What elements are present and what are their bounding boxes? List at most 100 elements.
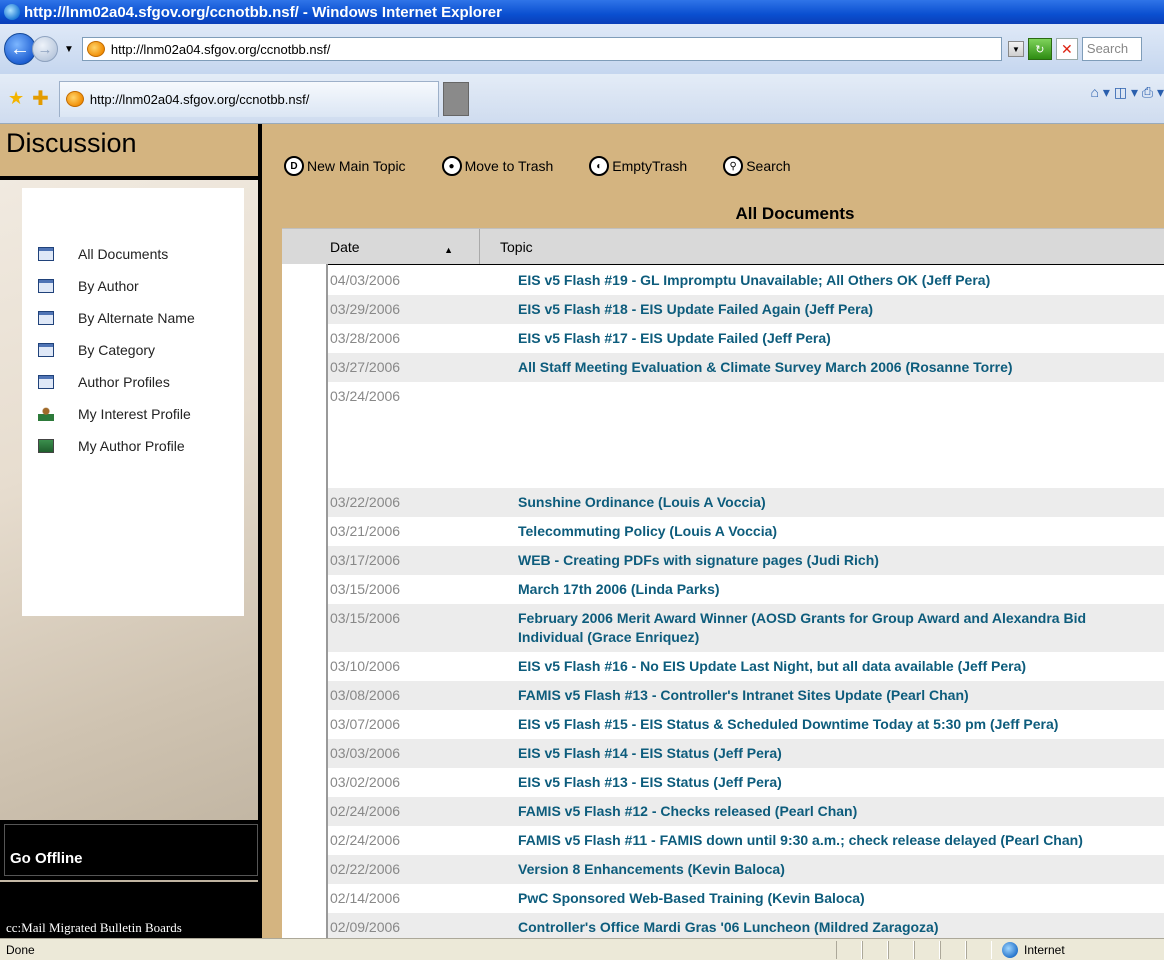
row-date: 03/15/2006 xyxy=(330,581,401,597)
row-topic-link[interactable]: Version 8 Enhancements (Kevin Baloca) xyxy=(518,855,785,879)
row-topic-link[interactable]: EIS v5 Flash #16 - No EIS Update Last Ni… xyxy=(518,652,1026,676)
table-row[interactable]: 03/21/2006 Telecommuting Policy (Louis A … xyxy=(328,517,1164,546)
footer-link[interactable]: cc:Mail Migrated Bulletin Boards xyxy=(0,882,258,938)
row-topic-text: EIS v5 Flash #14 - EIS Status (Jeff Pera… xyxy=(518,745,782,761)
nav-author-profiles[interactable]: Author Profiles xyxy=(38,366,195,398)
table-row[interactable]: 03/24/2006 xyxy=(328,382,1164,488)
table-row[interactable]: 03/15/2006 February 2006 Merit Award Winn… xyxy=(328,604,1164,652)
table-row[interactable]: 02/24/2006 FAMIS v5 Flash #12 - Checks re… xyxy=(328,797,1164,826)
view-pane: D New Main Topic ● Move to Trash ◐ EmptyTra… xyxy=(266,124,1164,938)
move-to-trash-button[interactable]: ● Move to Trash xyxy=(441,156,553,176)
feeds-icon[interactable]: ◫ xyxy=(1114,84,1127,100)
home-icon[interactable]: ⌂ xyxy=(1091,84,1099,100)
status-cell xyxy=(888,940,914,959)
view-icon xyxy=(38,311,54,325)
row-topic-link[interactable]: EIS v5 Flash #19 - GL Impromptu Unavaila… xyxy=(518,266,990,290)
site-favicon-icon xyxy=(86,41,105,57)
row-date: 03/08/2006 xyxy=(330,687,401,703)
table-row[interactable]: 03/28/2006 EIS v5 Flash #17 - EIS Update … xyxy=(328,324,1164,353)
row-date: 04/03/2006 xyxy=(330,272,401,288)
refresh-button[interactable]: ↻ xyxy=(1027,38,1052,60)
table-row[interactable]: 03/15/2006 March 17th 2006 (Linda Parks) xyxy=(328,575,1164,604)
forward-button[interactable]: → xyxy=(32,36,58,62)
column-label: Date xyxy=(330,238,360,255)
column-header-date[interactable]: Date ▲ xyxy=(282,229,480,264)
row-topic-text: Telecommuting Policy (Louis A Voccia) xyxy=(518,523,778,539)
sort-ascending-icon[interactable]: ▲ xyxy=(444,245,453,255)
nav-label: All Documents xyxy=(78,246,169,262)
table-row[interactable]: 02/14/2006 PwC Sponsored Web-Based Traini… xyxy=(328,884,1164,913)
nav-my-author-profile[interactable]: My Author Profile xyxy=(38,430,195,462)
nav-all-documents[interactable]: All Documents xyxy=(38,238,195,270)
row-topic-link[interactable]: Telecommuting Policy (Louis A Voccia) xyxy=(518,517,777,541)
nav-by-author[interactable]: By Author xyxy=(38,270,195,302)
address-url[interactable]: http://lnm02a04.sfgov.org/ccnotbb.nsf/ xyxy=(111,42,330,57)
table-row[interactable]: 04/03/2006 EIS v5 Flash #19 - GL Imprompt… xyxy=(328,266,1164,295)
browser-tab[interactable]: http://lnm02a04.sfgov.org/ccnotbb.nsf/ xyxy=(58,80,439,117)
tab-favicon-icon xyxy=(65,91,84,107)
row-date: 03/22/2006 xyxy=(330,494,401,510)
row-topic-link[interactable]: FAMIS v5 Flash #12 - Checks released (Pe… xyxy=(518,797,857,821)
row-topic-link[interactable]: EIS v5 Flash #13 - EIS Status (Jeff Pera… xyxy=(518,768,782,792)
column-header-topic[interactable]: Topic xyxy=(480,239,533,255)
table-row[interactable]: 02/22/2006 Version 8 Enhancements (Kevin … xyxy=(328,855,1164,884)
row-topic-link[interactable]: FAMIS v5 Flash #11 - FAMIS down until 9:… xyxy=(518,826,1083,850)
stop-button[interactable]: ✕ xyxy=(1055,38,1078,60)
table-row[interactable]: 03/03/2006 EIS v5 Flash #14 - EIS Status … xyxy=(328,739,1164,768)
documents-grid: 04/03/2006 EIS v5 Flash #19 - GL Imprompt… xyxy=(282,264,1164,938)
nav-by-alternate-name[interactable]: By Alternate Name xyxy=(38,302,195,334)
row-topic-link[interactable]: February 2006 Merit Award Winner (AOSD G… xyxy=(518,604,1086,647)
row-topic-text: FAMIS v5 Flash #13 - Controller's Intran… xyxy=(518,687,969,703)
row-topic-link[interactable]: EIS v5 Flash #15 - EIS Status & Schedule… xyxy=(518,710,1058,734)
new-main-topic-button[interactable]: D New Main Topic xyxy=(284,156,406,176)
table-row[interactable]: 03/22/2006 Sunshine Ordinance (Louis A Vo… xyxy=(328,488,1164,517)
trash-icon: ● xyxy=(441,156,462,176)
row-topic-link[interactable]: EIS v5 Flash #14 - EIS Status (Jeff Pera… xyxy=(518,739,782,763)
empty-trash-button[interactable]: ◐ EmptyTrash xyxy=(589,156,687,176)
table-row[interactable]: 03/02/2006 EIS v5 Flash #13 - EIS Status … xyxy=(328,768,1164,797)
search-button[interactable]: ⚲ Search xyxy=(723,156,791,176)
action-bar: D New Main Topic ● Move to Trash ◐ EmptyTra… xyxy=(284,156,827,176)
status-cell xyxy=(914,940,940,959)
row-date: 03/07/2006 xyxy=(330,716,401,732)
row-topic-link[interactable]: March 17th 2006 (Linda Parks) xyxy=(518,575,720,599)
row-date: 02/22/2006 xyxy=(330,861,401,877)
table-row[interactable]: 03/08/2006 FAMIS v5 Flash #13 - Controlle… xyxy=(328,681,1164,710)
table-row[interactable]: 02/24/2006 FAMIS v5 Flash #11 - FAMIS dow… xyxy=(328,826,1164,855)
row-topic-link[interactable]: WEB - Creating PDFs with signature pages… xyxy=(518,546,879,570)
database-title: Discussion xyxy=(0,124,258,180)
row-topic-link[interactable]: Sunshine Ordinance (Louis A Voccia) xyxy=(518,488,766,512)
nav-my-interest-profile[interactable]: My Interest Profile xyxy=(38,398,195,430)
row-topic-link[interactable]: PwC Sponsored Web-Based Training (Kevin … xyxy=(518,884,865,908)
table-row[interactable]: 03/29/2006 EIS v5 Flash #18 - EIS Update … xyxy=(328,295,1164,324)
table-row[interactable]: 03/10/2006 EIS v5 Flash #16 - No EIS Upda… xyxy=(328,652,1164,681)
search-input[interactable]: Search xyxy=(1081,37,1142,61)
row-topic-link[interactable]: Controller's Office Mardi Gras '06 Lunch… xyxy=(518,913,939,937)
table-row[interactable]: 03/07/2006 EIS v5 Flash #15 - EIS Status … xyxy=(328,710,1164,739)
address-dropdown-button[interactable]: ▼ xyxy=(1007,41,1024,57)
row-topic-text: EIS v5 Flash #19 - GL Impromptu Unavaila… xyxy=(518,272,991,288)
table-row[interactable]: 03/27/2006 All Staff Meeting Evaluation &… xyxy=(328,353,1164,382)
row-topic-link[interactable]: EIS v5 Flash #18 - EIS Update Failed Aga… xyxy=(518,295,873,319)
table-row[interactable]: 03/17/2006 WEB - Creating PDFs with signa… xyxy=(328,546,1164,575)
nav-label: By Alternate Name xyxy=(78,310,195,326)
add-favorite-icon[interactable]: ✚ xyxy=(32,86,49,111)
print-icon[interactable]: ⎙ xyxy=(1142,84,1153,100)
row-date: 03/24/2006 xyxy=(330,388,401,404)
view-title: All Documents xyxy=(735,204,855,223)
row-date: 03/27/2006 xyxy=(330,359,401,375)
row-topic-link[interactable]: EIS v5 Flash #17 - EIS Update Failed (Je… xyxy=(518,324,831,348)
nav-by-category[interactable]: By Category xyxy=(38,334,195,366)
tab-label: http://lnm02a04.sfgov.org/ccnotbb.nsf/ xyxy=(89,91,310,107)
row-date: 03/28/2006 xyxy=(330,330,401,346)
favorites-star-icon[interactable]: ★ xyxy=(8,88,24,109)
go-offline-button[interactable]: Go Offline xyxy=(0,820,258,880)
address-bar[interactable]: http://lnm02a04.sfgov.org/ccnotbb.nsf/ xyxy=(81,37,1002,61)
table-row[interactable]: 02/09/2006 Controller's Office Mardi Gras… xyxy=(328,913,1164,938)
security-zone[interactable]: Internet xyxy=(1002,941,1065,958)
row-topic-link[interactable]: FAMIS v5 Flash #13 - Controller's Intran… xyxy=(518,681,969,705)
status-text: Done xyxy=(6,942,35,957)
row-topic-link[interactable]: All Staff Meeting Evaluation & Climate S… xyxy=(518,353,1013,377)
history-dropdown-icon[interactable]: ▼ xyxy=(64,44,74,55)
new-tab-button[interactable] xyxy=(442,81,469,116)
